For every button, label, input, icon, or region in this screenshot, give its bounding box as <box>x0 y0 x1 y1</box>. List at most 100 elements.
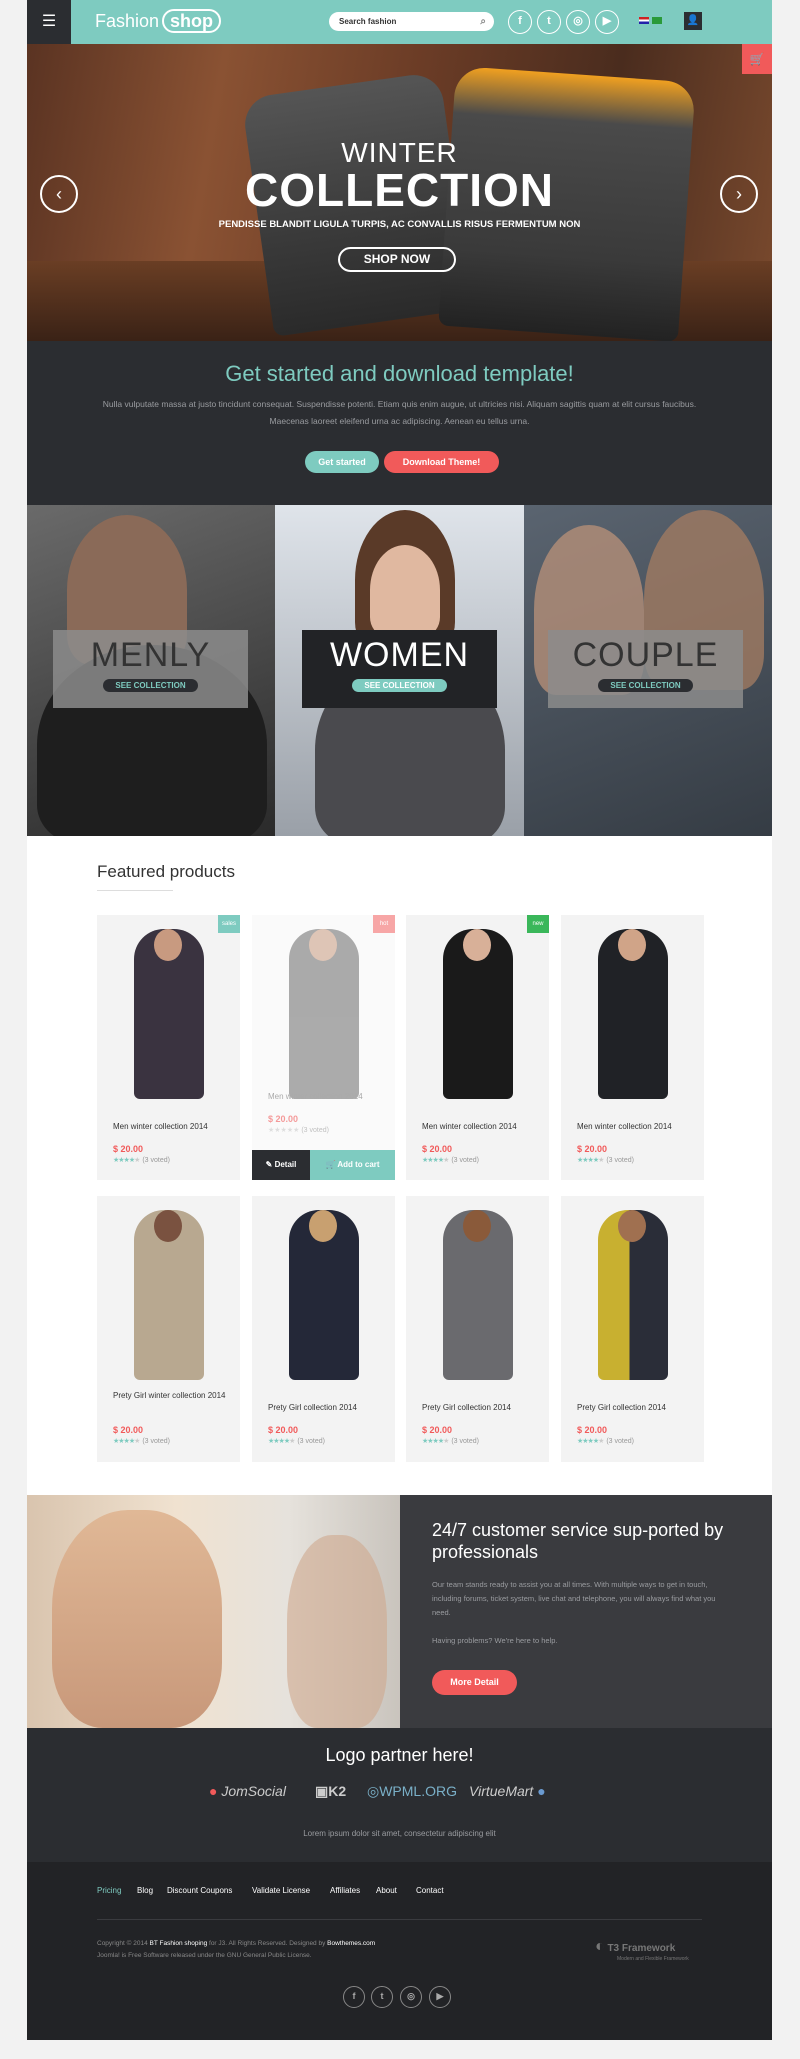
jomsocial-logo[interactable]: ● JomSocial <box>209 1783 286 1799</box>
youtube-icon[interactable]: ▶ <box>429 1986 451 2008</box>
instagram-icon[interactable]: ◎ <box>400 1986 422 2008</box>
shop-now-button[interactable]: SHOP NOW <box>338 247 456 272</box>
youtube-icon[interactable]: ▶ <box>595 10 619 34</box>
footer-link-about[interactable]: About <box>376 1886 397 1895</box>
site-logo[interactable]: Fashion shop <box>95 9 222 33</box>
product-name[interactable]: Prety Girl collection 2014 <box>268 1402 383 1414</box>
user-icon[interactable]: 👤 <box>684 12 702 30</box>
model-face-image <box>370 545 440 635</box>
product-card[interactable]: Prety Girl collection 2014 $ 20.00 ★★★★★… <box>252 1196 395 1462</box>
logo-text: Fashion <box>95 11 160 31</box>
product-rating: ★★★★★ (3 voted) <box>113 1157 170 1164</box>
product-votes: (3 voted) <box>142 1438 170 1445</box>
footer-divider <box>97 1919 702 1920</box>
get-started-button[interactable]: Get started <box>305 451 379 473</box>
collection-menly[interactable]: MENLY SEE COLLECTION <box>27 505 276 836</box>
virtuemart-logo[interactable]: VirtueMart ● <box>469 1783 546 1799</box>
instagram-icon[interactable]: ◎ <box>566 10 590 34</box>
product-name[interactable]: Prety Girl collection 2014 <box>577 1402 692 1414</box>
footer-link-pricing[interactable]: Pricing <box>97 1886 121 1895</box>
product-price: $ 20.00 <box>268 1114 299 1124</box>
search-icon[interactable]: ⌕ <box>480 12 486 31</box>
product-rating: ★★★★★ (3 voted) <box>113 1438 170 1445</box>
footer-link-contact[interactable]: Contact <box>416 1886 444 1895</box>
facebook-icon[interactable]: f <box>508 10 532 34</box>
footer-link-affiliates[interactable]: Affiliates <box>330 1886 360 1895</box>
wpml-logo[interactable]: ◎WPML.ORG <box>367 1783 457 1800</box>
service-text: Our team stands ready to assist you at a… <box>432 1580 716 1617</box>
product-card[interactable]: new Men winter collection 2014 $ 20.00 ★… <box>406 915 549 1180</box>
license-text: Joomla! is Free Software released under … <box>97 1952 312 1959</box>
t3-name: T3 Framework <box>607 1943 676 1954</box>
title-underline <box>97 890 173 891</box>
t3-framework-logo[interactable]: ◐ T3 Framework Modern and Flexible Frame… <box>595 1938 689 1962</box>
product-price: $ 20.00 <box>577 1425 608 1435</box>
see-collection-button[interactable]: SEE COLLECTION <box>352 679 447 692</box>
twitter-icon[interactable]: t <box>371 1986 393 2008</box>
collection-couple[interactable]: COUPLE SEE COLLECTION <box>524 505 772 836</box>
partners-title: Logo partner here! <box>325 1745 474 1765</box>
product-card[interactable]: Men winter collection 2014 $ 20.00 ★★★★★… <box>561 915 704 1180</box>
copyright-brand-link[interactable]: BT Fashion shoping <box>150 1940 208 1947</box>
footer-link-validate-license[interactable]: Validate License <box>252 1886 310 1895</box>
twitter-icon[interactable]: t <box>537 10 561 34</box>
product-card[interactable]: Prety Girl collection 2014 $ 20.00 ★★★★★… <box>406 1196 549 1462</box>
customer-service-section: 24/7 customer service sup-ported by prof… <box>27 1495 772 1728</box>
add-to-cart-button[interactable]: 🛒 Add to cart <box>310 1150 395 1180</box>
see-collection-button[interactable]: SEE COLLECTION <box>103 679 198 692</box>
product-name[interactable]: Men winter collection 2014 <box>268 1091 383 1103</box>
product-image <box>252 1196 395 1396</box>
product-rating: ★★★★★ (3 voted) <box>422 1438 479 1445</box>
search-input[interactable]: Search fashion ⌕ <box>329 12 494 31</box>
product-name[interactable]: Men winter collection 2014 <box>577 1121 692 1133</box>
product-price: $ 20.00 <box>422 1144 453 1154</box>
product-image <box>561 1196 704 1396</box>
flag-en-icon[interactable] <box>639 17 649 24</box>
footer-link-discount-coupons[interactable]: Discount Coupons <box>167 1886 232 1895</box>
detail-button[interactable]: ✎ Detail <box>252 1150 310 1180</box>
product-rating: ★★★★★ (3 voted) <box>268 1438 325 1445</box>
download-theme-button[interactable]: Download Theme! <box>384 451 499 473</box>
product-rating: ★★★★★ (3 voted) <box>577 1157 634 1164</box>
product-image <box>97 915 240 1115</box>
featured-title: Featured products <box>97 862 235 881</box>
collection-women[interactable]: WOMEN SEE COLLECTION <box>275 505 524 836</box>
product-name[interactable]: Prety Girl collection 2014 <box>422 1402 537 1414</box>
product-card[interactable]: Prety Girl collection 2014 $ 20.00 ★★★★★… <box>561 1196 704 1462</box>
product-card[interactable]: Prety Girl winter collection 2014 $ 20.0… <box>97 1196 240 1462</box>
product-actions: ✎ Detail 🛒 Add to cart <box>252 1150 395 1180</box>
designer-link[interactable]: Bowthemes.com <box>327 1940 375 1947</box>
copyright-prefix: Copyright © 2014 <box>97 1940 148 1947</box>
product-votes: (3 voted) <box>301 1127 329 1134</box>
menu-icon[interactable]: ☰ <box>27 0 71 44</box>
product-card-hover[interactable]: hot Men winter collection 2014 $ 20.00 ★… <box>252 915 395 1180</box>
flag-br-icon[interactable] <box>652 17 662 24</box>
product-badge: hot <box>373 915 395 933</box>
collection-box: MENLY SEE COLLECTION <box>53 630 248 708</box>
cart-icon[interactable]: 🛒 <box>742 44 772 74</box>
partner-logo-label: JomSocial <box>221 1783 286 1799</box>
page: ☰ Fashion shop Search fashion ⌕ f t ◎ ▶ 👤… <box>27 0 772 2040</box>
product-card[interactable]: sales Men winter collection 2014 $ 20.00… <box>97 915 240 1180</box>
more-detail-button[interactable]: More Detail <box>432 1670 517 1695</box>
product-votes: (3 voted) <box>606 1438 634 1445</box>
product-price: $ 20.00 <box>113 1144 144 1154</box>
language-switcher <box>639 17 665 26</box>
product-name[interactable]: Prety Girl winter collection 2014 <box>113 1390 228 1402</box>
see-collection-button[interactable]: SEE COLLECTION <box>598 679 693 692</box>
product-image <box>406 1196 549 1396</box>
product-votes: (3 voted) <box>451 1157 479 1164</box>
copyright-middle: for J3. All Rights Reserved. Designed by <box>207 1940 328 1947</box>
product-name[interactable]: Men winter collection 2014 <box>113 1121 228 1133</box>
product-rating: ★★★★★ (3 voted) <box>268 1127 329 1134</box>
site-footer: Pricing Blog Discount Coupons Validate L… <box>27 1862 772 2040</box>
partners-text: Lorem ipsum dolor sit amet, consectetur … <box>303 1829 496 1838</box>
k2-logo[interactable]: ▣K2 <box>315 1783 346 1800</box>
product-name[interactable]: Men winter collection 2014 <box>422 1121 537 1133</box>
collection-name: COUPLE <box>572 636 719 674</box>
footer-link-blog[interactable]: Blog <box>137 1886 153 1895</box>
logo-badge: shop <box>162 9 222 33</box>
get-started-section: Get started and download template! Nulla… <box>27 341 772 505</box>
product-price: $ 20.00 <box>422 1425 453 1435</box>
facebook-icon[interactable]: f <box>343 1986 365 2008</box>
